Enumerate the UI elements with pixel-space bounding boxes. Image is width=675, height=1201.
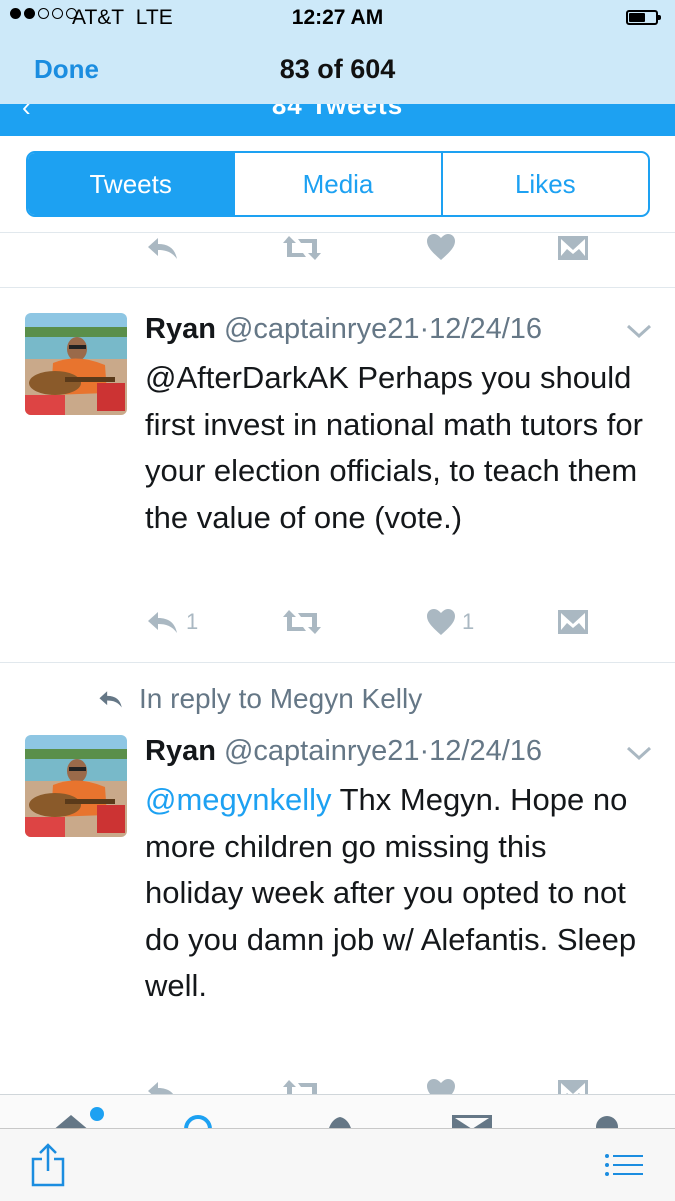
profile-tweet-count: 84 Tweets: [271, 104, 404, 120]
viewer-toolbar: [0, 1128, 675, 1201]
tweet-text: @AfterDarkAK Perhaps you should first in…: [145, 360, 643, 535]
tweet-author-handle[interactable]: @captainrye21: [224, 313, 420, 345]
reply-button[interactable]: 1: [146, 609, 198, 635]
tweet-header: Ryan @captainrye21·12/24/16: [145, 313, 542, 346]
status-time: 12:27 AM: [291, 6, 384, 29]
tweet-item[interactable]: Ryan @captainrye21·12/24/16 @AfterDarkAK…: [0, 287, 675, 662]
reply-context-icon: [99, 691, 122, 708]
tweet-header: Ryan @captainrye21·12/24/16: [145, 735, 542, 768]
reply-context[interactable]: In reply to Megyn Kelly: [97, 683, 422, 715]
tweet-date: 12/24/16: [429, 735, 543, 767]
viewer-header: AT&T LTE 12:27 AM Done 83 of 604: [0, 0, 675, 104]
share-icon[interactable]: [30, 1143, 66, 1192]
like-icon[interactable]: [426, 233, 456, 261]
reply-count: 1: [186, 609, 199, 634]
tab-media[interactable]: Media: [235, 153, 443, 215]
tab-tweets[interactable]: Tweets: [28, 153, 236, 215]
home-notification-dot: [90, 1107, 104, 1121]
avatar[interactable]: [25, 735, 127, 837]
tweet-text: @megynkelly Thx Megyn. Hope no more chil…: [145, 777, 645, 1010]
profile-tabs-container: Tweets Media Likes: [0, 136, 675, 233]
tweet-separator: ·: [419, 313, 430, 345]
caret-down-icon[interactable]: [626, 745, 652, 766]
tweet-author-handle[interactable]: @captainrye21: [224, 735, 420, 767]
tweet-author-name[interactable]: Ryan: [145, 313, 216, 345]
reply-context-label: In reply to Megyn Kelly: [139, 683, 423, 714]
tweet-actions: 1 1: [0, 609, 675, 649]
avatar[interactable]: [25, 313, 127, 415]
reply-icon[interactable]: [146, 235, 180, 261]
reply-icon: [148, 612, 177, 633]
battery-icon: [626, 10, 661, 25]
tweet-separator: ·: [419, 735, 430, 767]
tweet-mention-link[interactable]: @megynkelly: [145, 782, 332, 817]
menu-icon[interactable]: [608, 104, 640, 110]
home-icon[interactable]: [48, 1107, 94, 1129]
tweet-date: 12/24/16: [429, 313, 543, 345]
direct-message-icon[interactable]: [557, 609, 589, 635]
profile-icon[interactable]: [592, 1111, 622, 1129]
retweet-icon[interactable]: [282, 235, 322, 261]
tweet-actions-previous: [0, 233, 675, 273]
search-icon[interactable]: [180, 1111, 216, 1129]
notifications-icon[interactable]: [322, 1111, 358, 1129]
tweet-item[interactable]: In reply to Megyn Kelly Ryan @captainrye…: [0, 663, 675, 1105]
retweet-icon[interactable]: [282, 609, 322, 635]
like-button[interactable]: 1: [426, 608, 474, 636]
direct-message-icon[interactable]: [557, 235, 589, 261]
status-bar: AT&T LTE 12:27 AM: [0, 0, 675, 36]
profile-tabs: Tweets Media Likes: [26, 151, 650, 217]
like-count: 1: [462, 609, 475, 634]
tweet-author-name[interactable]: Ryan: [145, 735, 216, 767]
list-icon[interactable]: [604, 1153, 644, 1182]
profile-header-bar: ‹ 84 Tweets: [0, 104, 675, 136]
twitter-tab-bar: [0, 1094, 675, 1129]
like-icon: [427, 609, 455, 635]
caret-down-icon[interactable]: [626, 323, 652, 344]
tab-likes[interactable]: Likes: [443, 153, 648, 215]
messages-icon[interactable]: [450, 1113, 494, 1129]
viewer-position-title: 83 of 604: [279, 54, 396, 84]
